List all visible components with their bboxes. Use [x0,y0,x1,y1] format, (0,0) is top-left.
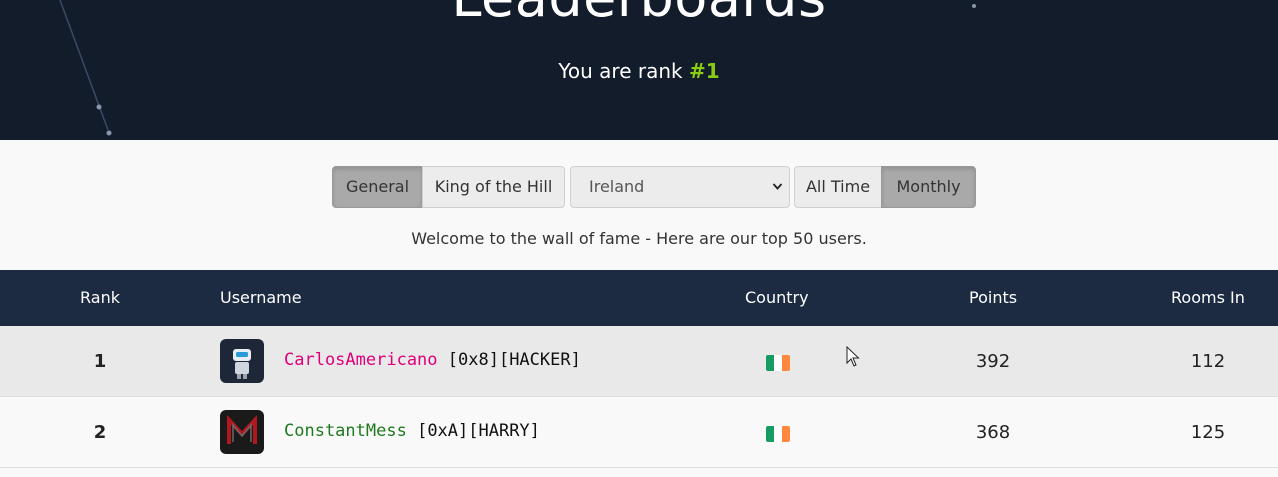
tab-king-of-the-hill[interactable]: King of the Hill [422,166,565,208]
avatar[interactable] [220,339,264,383]
user-rank: #1 [688,59,720,83]
user-tags: [0x8][HACKER] [447,350,581,370]
chevron-down-icon [772,167,783,224]
rooms-cell: 125 [1190,422,1226,443]
avatar[interactable] [220,410,264,454]
table-header: Rank Username Country Points Rooms In [0,270,1278,326]
username-link[interactable]: ConstantMess [284,421,407,441]
points-cell: 392 [975,351,1011,372]
points-cell: 368 [975,422,1011,443]
rank-subtitle-text: You are rank [558,59,689,83]
mouse-cursor-icon [846,346,860,367]
rank-cell: 1 [93,351,107,372]
ireland-flag-icon [766,426,790,442]
username-cell: ConstantMess [0xA][HARRY] [284,397,540,465]
ireland-flag-icon [766,355,790,371]
column-header-rank: Rank [80,288,120,307]
rooms-cell: 112 [1190,351,1226,372]
table-row: 2 ConstantMess [0xA][HARRY] 368 125 [0,397,1278,468]
page-title: Leaderboards [0,0,1278,29]
tab-all-time[interactable]: All Time [794,166,882,208]
column-header-username: Username [220,288,302,307]
tab-monthly[interactable]: Monthly [881,166,976,208]
user-tags: [0xA][HARRY] [417,421,540,441]
column-header-points: Points [969,288,1018,307]
hero-banner: Leaderboards You are rank #1 [0,0,1278,140]
column-header-rooms: Rooms In [1171,288,1245,307]
table-row: 1 CarlosAmericano [0x8][HACKER] 392 112 [0,326,1278,397]
country-select[interactable]: Ireland [570,166,790,208]
welcome-text: Welcome to the wall of fame - Here are o… [411,229,867,248]
username-cell: CarlosAmericano [0x8][HACKER] [284,326,581,394]
username-link[interactable]: CarlosAmericano [284,350,438,370]
rank-cell: 2 [93,422,107,443]
column-header-country: Country [745,288,809,307]
leaderboard-filters: General King of the Hill Ireland All Tim… [0,166,1278,208]
rank-subtitle: You are rank #1 [0,59,1278,83]
country-select-value: Ireland [589,177,645,196]
tab-general[interactable]: General [332,166,423,208]
